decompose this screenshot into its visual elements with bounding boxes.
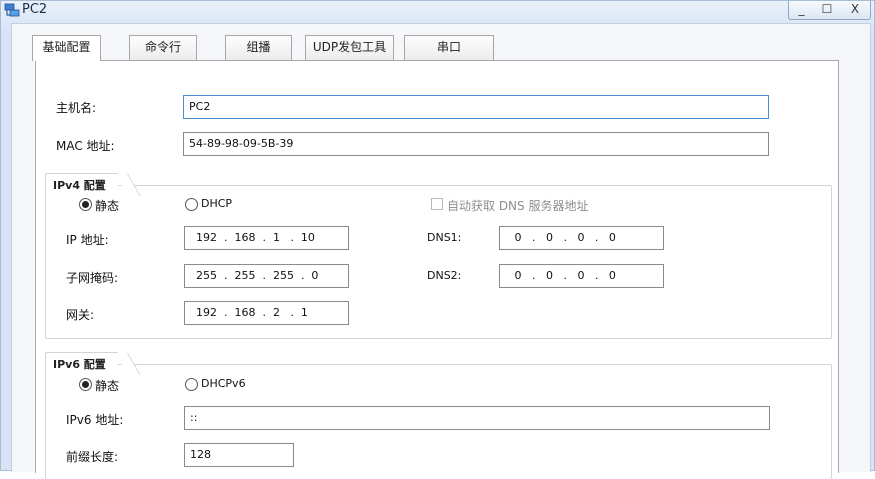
prefix-length-input[interactable]: 128 (184, 443, 294, 467)
tab-multicast[interactable]: 组播 (225, 35, 292, 60)
main-panel: 基础配置 命令行 组播 UDP发包工具 串口 主机名: PC2 MAC 地址: … (11, 23, 871, 479)
ipv6-dhcp-radio[interactable] (185, 378, 198, 391)
gateway-label: 网关: (66, 308, 95, 322)
tab-serial[interactable]: 串口 (404, 35, 494, 60)
auto-dns-checkbox[interactable] (431, 198, 443, 210)
pc-config-window: PC2 _ ☐ X 基础配置 命令行 组播 UDP发包工具 串口 主机名: PC… (0, 0, 875, 479)
ipv4-section-title: IPv4 配置 (45, 173, 118, 195)
ipv6-group: IPv6 配置 静态 DHCPv6 IPv6 地址: :: 前缀长度: 128 (45, 352, 832, 479)
tab-command-line[interactable]: 命令行 (129, 35, 197, 60)
dns2-label: DNS2: (427, 269, 462, 282)
title-bar[interactable]: PC2 _ ☐ X (1, 1, 874, 21)
ipv6-static-label: 静态 (95, 379, 120, 393)
ipv6-static-radio[interactable] (79, 378, 92, 391)
ipv4-group: IPv4 配置 静态 DHCP 自动获取 DNS 服务器地址 IP 地址: 19… (45, 173, 832, 339)
minimize-button[interactable]: _ (788, 1, 815, 20)
basic-config-pane: 主机名: PC2 MAC 地址: 54-89-98-09-5B-39 IPv4 … (35, 60, 839, 479)
ipv4-static-label: 静态 (95, 199, 120, 213)
dns2-input[interactable]: 0 . 0 . 0 . 0 (499, 264, 664, 288)
ipv6-address-input[interactable]: :: (184, 406, 770, 430)
window-title: PC2 (22, 2, 48, 17)
subnet-mask-label: 子网掩码: (66, 271, 119, 285)
ipv4-dhcp-radio[interactable] (185, 198, 198, 211)
auto-dns-label: 自动获取 DNS 服务器地址 (447, 199, 589, 213)
tab-basic-config[interactable]: 基础配置 (32, 35, 101, 61)
ipv6-dhcp-label: DHCPv6 (201, 377, 246, 390)
mac-label: MAC 地址: (56, 139, 115, 153)
ipv4-dhcp-label: DHCP (201, 197, 233, 210)
close-button[interactable]: X (840, 1, 871, 20)
hostname-input[interactable]: PC2 (183, 95, 769, 119)
pc-network-icon (4, 3, 20, 18)
tab-udp-tool[interactable]: UDP发包工具 (305, 35, 394, 60)
gateway-input[interactable]: 192 . 168 . 2 . 1 (184, 301, 349, 325)
subnet-mask-input[interactable]: 255 . 255 . 255 . 0 (184, 264, 349, 288)
hostname-label: 主机名: (56, 101, 97, 115)
prefix-length-label: 前缀长度: (66, 450, 119, 464)
ipv6-section-title: IPv6 配置 (45, 352, 118, 374)
dns1-input[interactable]: 0 . 0 . 0 . 0 (499, 226, 664, 250)
maximize-button[interactable]: ☐ (814, 1, 841, 20)
ipv6-address-label: IPv6 地址: (66, 413, 124, 427)
dns1-label: DNS1: (427, 231, 462, 244)
ip-address-input[interactable]: 192 . 168 . 1 . 10 (184, 226, 349, 250)
ipv4-static-radio[interactable] (79, 198, 92, 211)
mac-input[interactable]: 54-89-98-09-5B-39 (183, 132, 769, 156)
ip-address-label: IP 地址: (66, 233, 109, 247)
